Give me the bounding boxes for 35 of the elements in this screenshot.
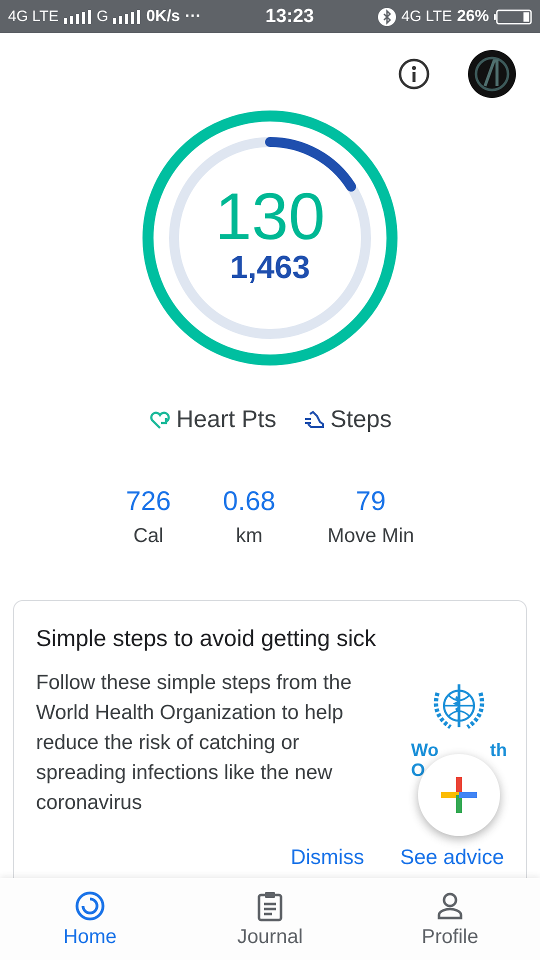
stat-value: 79 [356, 486, 386, 517]
action-link[interactable]: Dismiss [290, 846, 364, 870]
avatar[interactable] [468, 50, 516, 98]
logo-text: th [490, 740, 507, 760]
stat-value: 0.68 [222, 486, 276, 517]
logo-text: Wo [411, 740, 439, 760]
info-icon[interactable] [398, 58, 430, 90]
bluetooth-icon [378, 8, 396, 26]
stat-label: km [236, 525, 262, 548]
steps-value: 1,463 [230, 248, 310, 286]
nav-tab[interactable]: Journal [210, 890, 330, 948]
clock: 13:23 [265, 6, 314, 28]
battery-percent: 26% [456, 8, 489, 26]
signal-icon [113, 10, 142, 24]
plus-icon [439, 775, 479, 815]
network-label: 4G LTE [8, 8, 59, 25]
stat-label: Cal [133, 525, 164, 548]
legend-label: Heart Pts [176, 406, 276, 434]
nav-tab[interactable]: Home [30, 890, 150, 948]
heart-points-value: 130 [214, 182, 326, 248]
action-link[interactable]: See advice [400, 846, 504, 870]
more-indicator: ··· [185, 8, 202, 26]
nav-tab[interactable]: Profile [390, 890, 510, 948]
card-title: Simple steps to avoid getting sick [36, 625, 378, 652]
signal-icon [64, 10, 92, 24]
logo-text: O [411, 760, 426, 780]
legend-label: Steps [330, 406, 392, 434]
network-label: 4G LTE [401, 8, 452, 25]
data-speed: 0K/s [146, 8, 180, 26]
stat-label: Move Min [327, 525, 414, 548]
stat-value: 726 [126, 486, 171, 517]
ring-icon [74, 890, 106, 922]
card-text: Follow these simple steps from the World Health Organization to help reduce the risk of catching or spreading infections like the new coronavirus [36, 670, 353, 816]
battery-icon [494, 8, 532, 24]
network-label: G [96, 8, 108, 25]
